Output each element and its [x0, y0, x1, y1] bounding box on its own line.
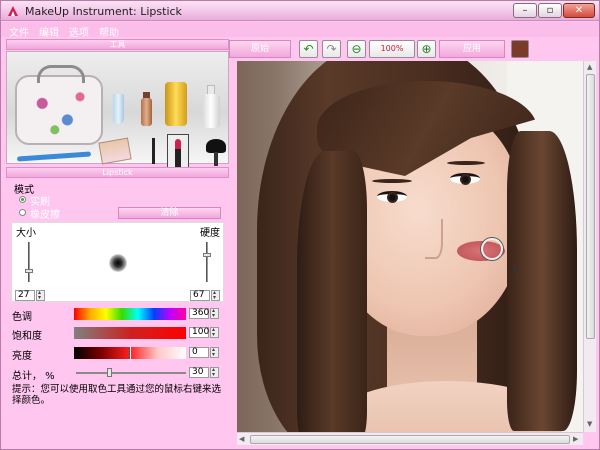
saturation-spinner[interactable]: [210, 326, 219, 338]
lipstick-header: Lipstick: [6, 167, 229, 178]
lotion-bottle-icon[interactable]: [202, 94, 220, 128]
menu-bar: 文件 编辑 选项 帮助: [1, 22, 599, 39]
right-eyebrow: [447, 161, 485, 165]
undo-icon[interactable]: ↶: [299, 40, 318, 58]
size-slider-track[interactable]: [28, 242, 30, 282]
zoom-100-icon: 100%: [380, 44, 404, 53]
horizontal-scroll-thumb[interactable]: [250, 435, 570, 444]
right-iris: [460, 174, 471, 185]
saturation-label: 饱和度: [12, 331, 42, 342]
close-button[interactable]: ✕: [563, 3, 595, 18]
hardness-label: 硬度: [200, 228, 220, 239]
hardness-slider-thumb[interactable]: [203, 253, 211, 258]
apply-button[interactable]: 应用: [439, 40, 505, 58]
tools-area: [6, 51, 229, 172]
hue-label: 色调: [12, 312, 32, 323]
cosmetic-bag-icon[interactable]: [15, 75, 103, 145]
mouse-pointer-icon: ➤: [511, 266, 520, 277]
jar-icon[interactable]: [165, 82, 187, 126]
clear-button[interactable]: 清除: [118, 207, 221, 219]
photo-canvas[interactable]: ➤: [237, 61, 583, 432]
maximize-button[interactable]: ▫: [538, 3, 562, 18]
cream-tube-icon[interactable]: [113, 94, 124, 124]
hardness-slider-track[interactable]: [206, 242, 208, 282]
brush-preview: [109, 254, 127, 272]
hue-spinner[interactable]: [210, 307, 219, 319]
size-slider-thumb[interactable]: [25, 269, 33, 274]
brightness-input[interactable]: 0: [189, 347, 209, 358]
hue-input[interactable]: 360: [189, 308, 209, 319]
eyeliner-pencil-icon[interactable]: [152, 138, 155, 164]
size-spinner[interactable]: [36, 289, 45, 301]
size-label: 大小: [16, 228, 36, 239]
close-icon: ✕: [574, 5, 584, 16]
left-iris: [387, 192, 398, 203]
brightness-bar[interactable]: [74, 347, 186, 359]
hair-front-right: [507, 131, 577, 431]
total-label: 总计， %: [12, 371, 55, 382]
brightness-marker[interactable]: [129, 347, 131, 359]
lipstick-tip: [175, 139, 181, 149]
lipstick-app-icon: [8, 6, 18, 16]
mode-eraser-label[interactable]: 橡皮擦: [30, 206, 60, 221]
tools-header: 工具: [6, 39, 229, 50]
vertical-scrollbar[interactable]: ▲ ▼: [583, 61, 596, 432]
hardness-input[interactable]: 67: [190, 290, 210, 301]
saturation-input[interactable]: 100: [189, 327, 209, 338]
horizontal-scrollbar[interactable]: ◀ ▶: [237, 432, 583, 445]
menu-file[interactable]: 文件: [9, 24, 29, 39]
menu-edit[interactable]: 编辑: [39, 24, 59, 39]
scroll-down-icon[interactable]: ▼: [587, 420, 592, 428]
minimize-button[interactable]: –: [513, 3, 537, 18]
maximize-icon: ▫: [546, 5, 554, 16]
scroll-up-icon[interactable]: ▲: [587, 63, 592, 71]
menu-options[interactable]: 选项: [69, 24, 89, 39]
vertical-scroll-thumb[interactable]: [586, 74, 595, 339]
eyeshadow-palette-icon[interactable]: [98, 137, 132, 165]
image-thumbnail-icon[interactable]: [511, 40, 529, 58]
lipstick-body: [175, 148, 181, 168]
hardness-spinner[interactable]: [211, 289, 220, 301]
right-eye: [450, 173, 480, 185]
window-title: MakeUp Instrument: Lipstick: [25, 5, 182, 18]
menu-help[interactable]: 帮助: [99, 24, 119, 39]
brush-cursor: [481, 238, 503, 260]
original-button[interactable]: 原始: [229, 40, 291, 58]
left-panel: 工具 Lipstick 模式 实刷 橡皮擦 清除 大小 硬度 27 ▴ ▾ 67…: [6, 39, 229, 446]
size-input[interactable]: 27: [15, 290, 35, 301]
zoom-out-icon[interactable]: ⊖: [347, 40, 366, 58]
brightness-spinner[interactable]: [210, 346, 219, 358]
nose: [425, 219, 443, 259]
hint-text: 提示：您可以使用取色工具通过您的鼠标右键来选择颜色。: [12, 384, 222, 406]
left-eye: [377, 191, 407, 203]
toothbrush-icon[interactable]: [16, 151, 92, 162]
foundation-bottle-icon[interactable]: [141, 98, 152, 126]
redo-icon[interactable]: ↷: [322, 40, 341, 58]
zoom-in-icon[interactable]: ⊕: [417, 40, 436, 58]
mode-brush-radio[interactable]: [19, 196, 26, 203]
mode-eraser-radio[interactable]: [19, 209, 26, 216]
scroll-left-icon[interactable]: ◀: [239, 435, 244, 443]
minimize-icon: –: [522, 5, 528, 16]
brush-handle: [214, 152, 218, 166]
app-window: MakeUp Instrument: Lipstick – ▫ ✕ 文件 编辑 …: [0, 0, 600, 450]
left-eyebrow: [372, 179, 412, 183]
hue-bar[interactable]: [74, 308, 186, 320]
toolbar: 原始 ↶ ↷ ⊖ 100% ⊕ 应用: [229, 39, 591, 59]
total-input[interactable]: 30: [189, 367, 209, 378]
hair-front-left: [297, 151, 367, 432]
scroll-right-icon[interactable]: ▶: [573, 435, 578, 443]
total-slider-thumb[interactable]: [107, 368, 112, 377]
total-slider-track[interactable]: [76, 372, 186, 374]
title-bar[interactable]: MakeUp Instrument: Lipstick – ▫ ✕: [1, 1, 599, 21]
brightness-label: 亮度: [12, 351, 32, 362]
saturation-bar[interactable]: [74, 327, 186, 339]
bag-handle: [37, 65, 85, 83]
zoom-100-button[interactable]: 100%: [369, 40, 415, 58]
brush-icon[interactable]: [206, 139, 226, 153]
total-spinner[interactable]: [210, 366, 219, 378]
